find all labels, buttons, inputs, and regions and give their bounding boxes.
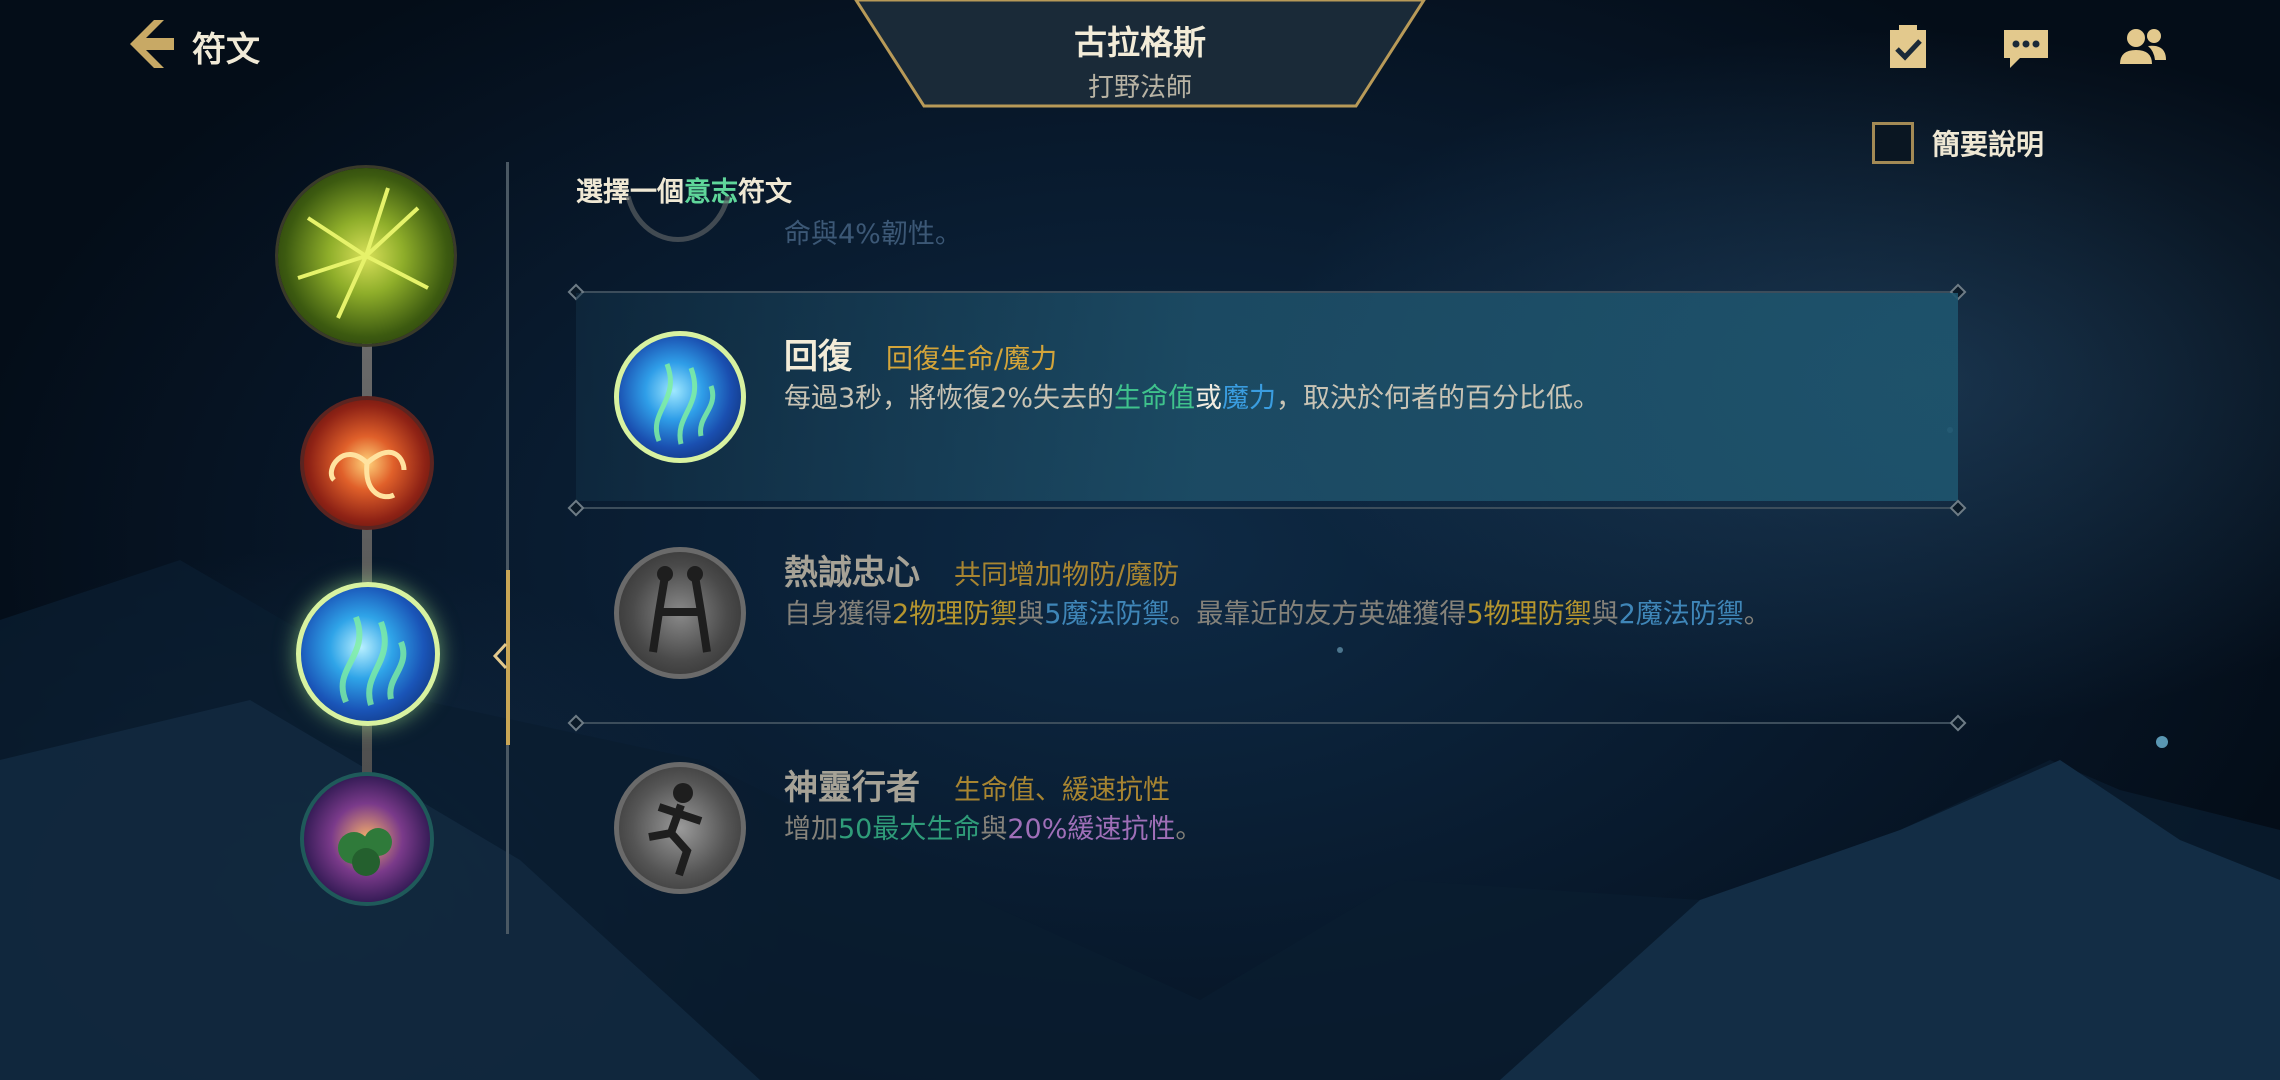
rune-row-revitalize[interactable]: 回復 回復生命/魔力 每過3秒，將恢復2%失去的生命值或魔力，取決於何者的百分比低… bbox=[576, 293, 1958, 501]
champion-role: 打野法師 bbox=[1087, 73, 1192, 103]
selection-arrow-icon bbox=[492, 642, 508, 670]
secondary-tree-icon[interactable] bbox=[300, 772, 434, 906]
rune-name: 熱誠忠心 共同增加物防/魔防 bbox=[784, 553, 1180, 593]
page-title: 符文 bbox=[192, 29, 260, 70]
rune-description: 每過3秒，將恢復2%失去的生命值或魔力，取決於何者的百分比低。 bbox=[784, 383, 1601, 414]
domination-tree-icon[interactable] bbox=[300, 396, 434, 530]
loyalty-rune-icon bbox=[614, 547, 746, 679]
back-chevron-icon bbox=[124, 16, 178, 76]
missions-icon[interactable] bbox=[1882, 22, 1934, 72]
rune-tag: 共同增加物防/魔防 bbox=[954, 560, 1180, 591]
rune-row-spirit-walker[interactable]: 神靈行者 生命值、緩速抗性 增加50最大生命與20%緩速抗性。 bbox=[576, 724, 1958, 932]
resolve-tree-icon-selected[interactable] bbox=[296, 582, 440, 726]
back-button[interactable]: 符文 bbox=[124, 14, 260, 78]
partial-rune-desc: 命與4%韌性。 bbox=[784, 219, 962, 250]
keystone-rune-icon[interactable] bbox=[278, 168, 454, 344]
column-divider bbox=[506, 162, 509, 934]
summary-checkbox[interactable] bbox=[1872, 122, 1914, 164]
revitalize-rune-icon bbox=[614, 331, 746, 463]
spirit-walker-rune-icon bbox=[614, 762, 746, 894]
rune-tag: 生命值、緩速抗性 bbox=[954, 775, 1170, 806]
rune-tag: 回復生命/魔力 bbox=[886, 344, 1058, 375]
rune-name: 神靈行者 生命值、緩速抗性 bbox=[784, 768, 1170, 808]
rune-description: 增加50最大生命與20%緩速抗性。 bbox=[784, 814, 1203, 845]
rune-description: 自身獲得2物理防禦與5魔法防禦。最靠近的友方英雄獲得5物理防禦與2魔法防禦。 bbox=[784, 599, 1771, 630]
champion-name: 古拉格斯 bbox=[1074, 23, 1206, 62]
champion-title-plate: 古拉格斯 打野法師 bbox=[850, 0, 1430, 110]
rune-row-fervent-loyalty[interactable]: 熱誠忠心 共同增加物防/魔防 自身獲得2物理防禦與5魔法防禦。最靠近的友方英雄獲得… bbox=[576, 509, 1958, 717]
summary-toggle[interactable]: 簡要說明 bbox=[1872, 122, 2044, 164]
friends-icon[interactable] bbox=[2116, 22, 2168, 72]
partial-rune-icon bbox=[624, 196, 732, 248]
chat-icon[interactable] bbox=[2000, 22, 2052, 72]
summary-toggle-label: 簡要說明 bbox=[1932, 128, 2045, 161]
rune-name: 回復 回復生命/魔力 bbox=[784, 337, 1058, 377]
